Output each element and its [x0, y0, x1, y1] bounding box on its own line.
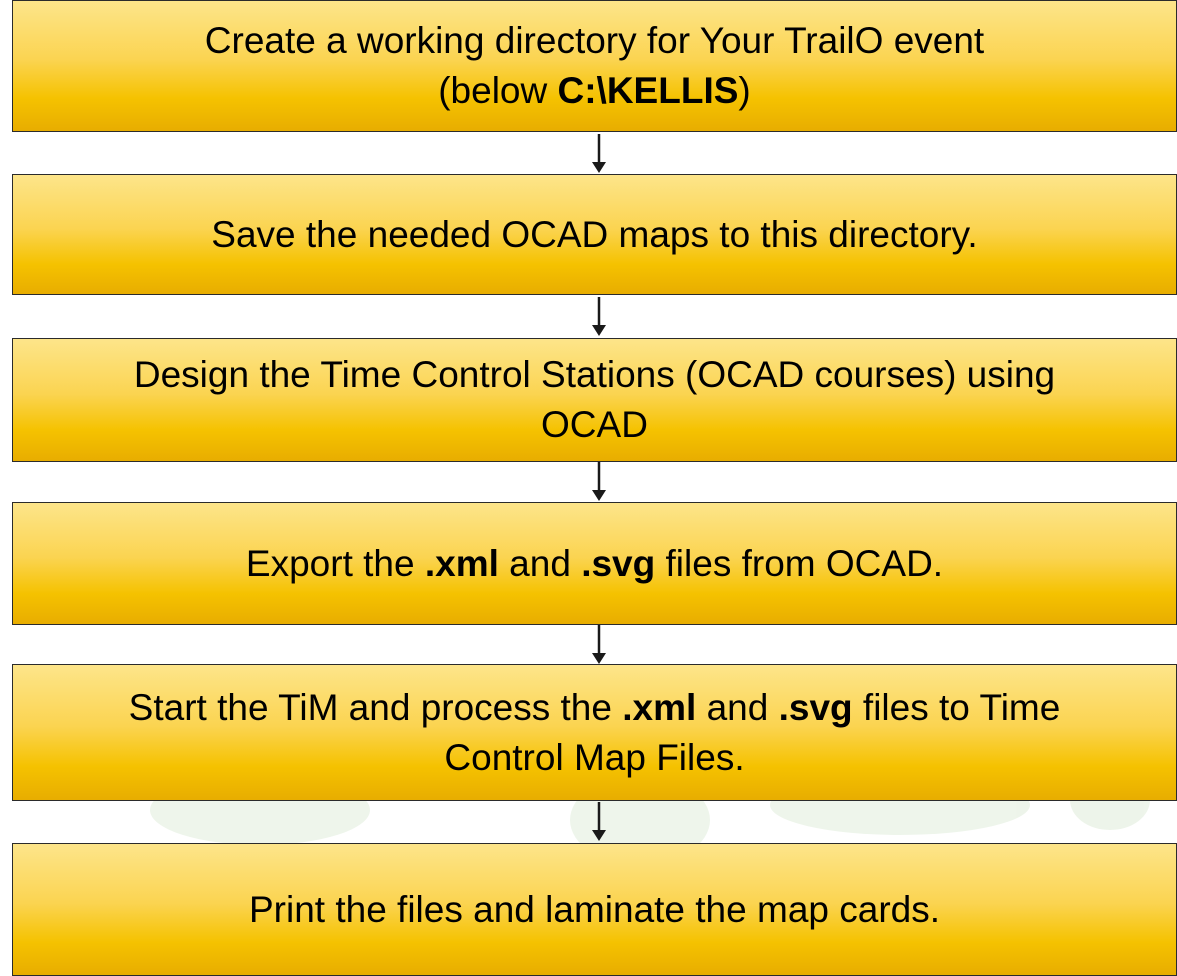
step-export-mid: and	[498, 542, 582, 584]
svg-extension: .svg	[778, 686, 853, 728]
step-print-laminate: Print the files and laminate the map car…	[12, 843, 1177, 976]
step-save-maps: Save the needed OCAD maps to this direct…	[12, 174, 1177, 295]
kellis-path: C:\KELLIS	[557, 70, 739, 111]
step-process-files-text: Start the TiM and process the .xml and .…	[129, 683, 1061, 783]
step-save-maps-text: Save the needed OCAD maps to this direct…	[211, 213, 978, 255]
xml-extension: .xml	[622, 686, 697, 728]
step-design-stations-line2: OCAD	[541, 404, 648, 445]
step-process-prefix: Start the TiM and process the	[128, 686, 623, 728]
step-process-suffix: files to Time	[852, 686, 1061, 728]
step-export-files: Export the .xml and .svg files from OCAD…	[12, 502, 1177, 625]
down-arrow-icon	[590, 297, 608, 337]
step-create-directory-line2-suffix: )	[738, 70, 751, 111]
down-arrow-icon	[590, 462, 608, 502]
down-arrow-icon	[590, 625, 608, 665]
step-create-directory: Create a working directory for Your Trai…	[12, 0, 1177, 132]
step-create-directory-text: Create a working directory for Your Trai…	[205, 16, 984, 116]
down-arrow-icon	[590, 134, 608, 174]
step-process-mid: and	[696, 686, 779, 728]
step-export-prefix: Export the	[245, 542, 425, 584]
step-export-files-text: Export the .xml and .svg files from OCAD…	[246, 539, 943, 589]
down-arrow-icon	[590, 802, 608, 842]
step-create-directory-line2-prefix: (below	[438, 70, 558, 111]
step-design-stations-line1: Design the Time Control Stations (OCAD c…	[133, 354, 1056, 395]
step-create-directory-line1: Create a working directory for Your Trai…	[204, 20, 985, 61]
xml-extension: .xml	[424, 542, 499, 584]
step-process-files: Start the TiM and process the .xml and .…	[12, 664, 1177, 801]
svg-extension: .svg	[581, 542, 656, 584]
step-design-stations: Design the Time Control Stations (OCAD c…	[12, 338, 1177, 462]
step-design-stations-text: Design the Time Control Stations (OCAD c…	[134, 350, 1055, 450]
step-export-suffix: files from OCAD.	[655, 542, 944, 584]
step-process-line2: Control Map Files.	[444, 736, 745, 778]
step-print-laminate-text: Print the files and laminate the map car…	[248, 888, 941, 930]
